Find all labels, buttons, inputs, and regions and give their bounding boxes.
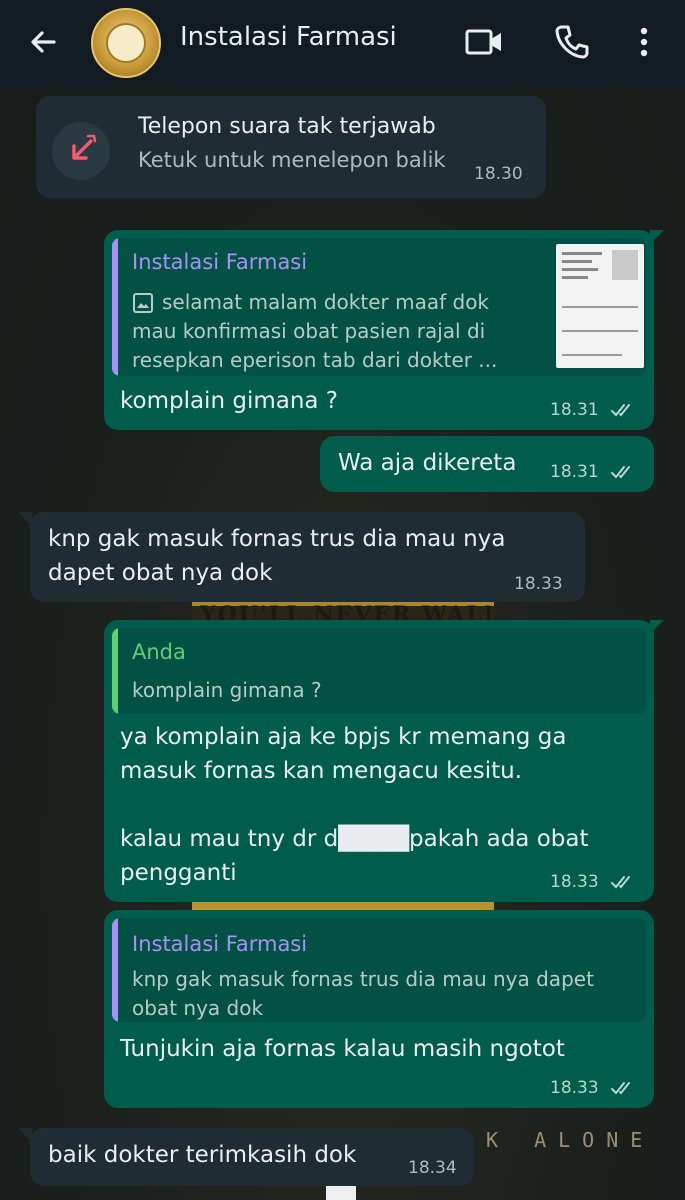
quoted-message[interactable]: Anda komplain gimana ? (112, 628, 646, 714)
quote-sender: Instalasi Farmasi (132, 932, 308, 956)
message-text: Wa aja dikereta (338, 450, 517, 476)
quoted-message[interactable]: Instalasi Farmasi selamat malam dokter m… (112, 238, 646, 376)
message-time: 18.33 (514, 574, 563, 594)
outgoing-message[interactable]: Anda komplain gimana ? ya komplain aja k… (104, 620, 654, 902)
message-time: 18.34 (408, 1158, 457, 1178)
missed-call-icon-circle (52, 122, 110, 180)
quote-text-line: knp gak masuk fornas trus dia mau nya da… (132, 967, 594, 991)
message-text: knp gak masuk fornas trus dia mau nya da… (48, 526, 506, 586)
wallpaper-bottom-text: K ALONE (486, 1128, 655, 1152)
message-text: komplain gimana ? (120, 388, 339, 414)
quote-text-line: komplain gimana ? (132, 678, 322, 702)
quote-sender: Instalasi Farmasi (132, 250, 308, 274)
message-meta: 18.31 (550, 462, 636, 482)
chat-header: Instalasi Farmasi (0, 0, 685, 88)
bubble-tail (18, 1128, 32, 1142)
message-time: 18.31 (550, 400, 599, 420)
quote-sender: Anda (132, 640, 186, 664)
quoted-message[interactable]: Instalasi Farmasi knp gak masuk fornas t… (112, 918, 646, 1022)
chat-title[interactable]: Instalasi Farmasi (180, 22, 397, 52)
contact-avatar[interactable] (91, 8, 161, 78)
double-check-icon (611, 404, 631, 417)
double-check-icon (611, 876, 631, 889)
video-call-icon[interactable] (464, 22, 504, 62)
quote-text-line: selamat malam dokter maaf dok (162, 290, 490, 314)
quote-text-line: mau konfirmasi obat pasien rajal di (132, 319, 486, 343)
message-meta: 18.33 (550, 1078, 636, 1098)
arrow-left-icon[interactable] (24, 22, 64, 62)
message-time: 18.31 (550, 462, 599, 482)
missed-call-subtitle: Ketuk untuk menelepon balik (138, 148, 446, 172)
message-time: 18.33 (550, 872, 599, 892)
quote-document-thumbnail (556, 244, 644, 368)
missed-call-title: Telepon suara tak terjawab (138, 114, 436, 139)
photo-icon (133, 293, 153, 313)
outgoing-message[interactable]: Instalasi Farmasi knp gak masuk fornas t… (104, 910, 654, 1108)
bubble-tail (650, 620, 664, 634)
double-check-icon (611, 466, 631, 479)
outgoing-message[interactable]: Instalasi Farmasi selamat malam dokter m… (104, 230, 654, 430)
message-meta: 18.31 (550, 400, 636, 420)
phone-icon[interactable] (552, 22, 592, 62)
bubble-tail (18, 512, 32, 526)
message-text: baik dokter terimkasih dok (48, 1142, 357, 1168)
quote-text-line: obat nya dok (132, 996, 264, 1020)
bubble-tail (650, 230, 664, 244)
quote-text-line: resepkan eperison tab dari dokter ... (132, 348, 498, 372)
missed-call-icon (72, 134, 97, 160)
quote-accent-bar (112, 238, 118, 376)
message-meta: 18.33 (550, 872, 636, 892)
missed-call-bubble[interactable]: Telepon suara tak terjawab Ketuk untuk m… (36, 96, 546, 198)
incoming-message[interactable]: baik dokter terimkasih dok 18.34 (30, 1128, 474, 1186)
wallpaper-white-block (326, 1186, 356, 1200)
message-text: ya komplain aja ke bpjs kr memang ga mas… (120, 724, 589, 886)
message-time: 18.30 (474, 164, 523, 184)
outgoing-message[interactable]: Wa aja dikereta 18.31 (320, 436, 654, 492)
message-text: Tunjukin aja fornas kalau masih ngotot (120, 1036, 565, 1062)
incoming-message[interactable]: knp gak masuk fornas trus dia mau nya da… (30, 512, 585, 602)
message-time: 18.33 (550, 1078, 599, 1098)
more-vert-icon[interactable] (624, 22, 664, 62)
double-check-icon (611, 1082, 631, 1095)
pharmacy-logo-icon (106, 23, 146, 63)
quote-accent-bar (112, 628, 118, 714)
quote-accent-bar (112, 918, 118, 1022)
